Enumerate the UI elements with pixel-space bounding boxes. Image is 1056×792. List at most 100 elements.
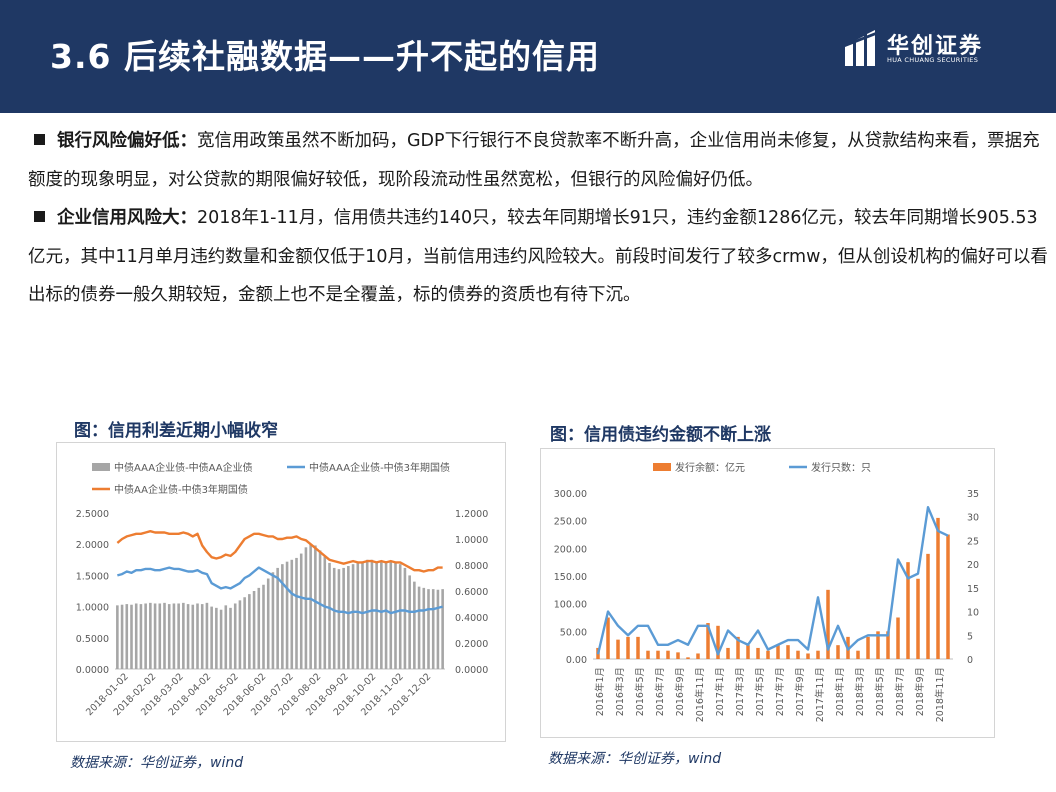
x-axis-tick-label: 2016年9月 [674,667,686,716]
bar [257,587,261,669]
bar [271,572,275,669]
bar [427,589,430,669]
bar [158,603,162,669]
bar [196,603,199,669]
bar [205,602,209,669]
x-axis-tick-label: 2018年7月 [894,667,906,716]
bar [328,562,331,669]
bar [441,589,444,669]
bar [266,578,270,669]
bar [130,604,133,669]
left-axis-tick-label: 50.00 [560,627,587,638]
bar [786,645,790,659]
bar [936,517,940,659]
bar [172,603,176,669]
bar [224,605,228,669]
left-axis-tick-label: 150.00 [554,572,587,583]
left-axis-tick-label: 0.0000 [76,665,109,676]
square-bullet-icon [34,134,45,145]
x-axis-tick-label: 2018年11月 [934,667,946,722]
x-axis-tick-label: 2016年11月 [694,667,706,722]
bar [816,650,820,659]
bar [153,603,157,669]
bar [616,639,620,659]
body-text: 银行风险偏好低：宽信用政策虽然不断加码，GDP下行银行不良贷款率不断升高，企业信… [28,122,1048,315]
paragraph-title: 银行风险偏好低 [57,131,180,151]
bar [337,569,341,669]
legend-label: 中债AAA企业债-中债3年期国债 [309,461,450,474]
right-axis-tick-label: 25 [967,536,979,547]
bar [916,578,920,659]
bar [342,567,345,669]
left-axis-tick-label: 250.00 [554,517,587,528]
series-line [116,529,443,573]
bar [866,636,870,659]
right-axis-tick-label: 0.6000 [455,587,488,598]
bar [332,567,336,669]
bar [167,604,171,669]
left-axis-tick-label: 100.00 [554,600,587,611]
bar [666,650,670,659]
bar [314,545,317,669]
bar [746,645,750,659]
bar [656,650,660,659]
bar [120,604,124,669]
bar [436,589,440,669]
bar [403,567,407,669]
bar [776,645,780,659]
right-axis-tick-label: 1.2000 [455,509,488,520]
bar [233,603,237,669]
right-axis-tick-label: 35 [967,489,979,500]
left-axis-tick-label: 0.00 [566,655,587,666]
bar [323,556,327,669]
x-axis-tick-label: 2018年1月 [834,667,846,716]
bar [380,560,383,669]
bar [431,589,435,669]
bar [686,657,690,659]
paragraph-credit-risk: 企业信用风险大：2018年1-11月，信用债共违约140只，较去年同期增长91只… [28,199,1048,315]
left-axis-tick-label: 2.0000 [76,540,109,551]
paragraph-bank-risk: 银行风险偏好低：宽信用政策虽然不断加码，GDP下行银行不良贷款率不断升高，企业信… [28,122,1048,199]
paragraph-separator: ： [179,208,198,228]
right-axis-tick-label: 20 [967,560,979,571]
right-axis-tick-label: 0.0000 [455,665,488,676]
x-axis-tick-label: 2017年11月 [814,667,826,722]
bar [229,607,232,669]
bar [248,594,251,669]
bar [896,617,900,659]
bar [347,566,350,669]
bar [116,605,119,669]
bar [281,564,284,669]
x-axis-tick-label: 2017年3月 [734,667,746,716]
left-source-note: 数据来源：华创证券，wind [70,755,244,771]
bar [134,603,138,669]
right-figure-title: 图：信用债违约金额不断上涨 [550,425,771,445]
bar [796,650,800,659]
right-axis-tick-label: 1.0000 [455,535,488,546]
series-line [596,506,949,656]
bar [125,604,129,669]
x-axis-tick-label: 2018年5月 [874,667,886,716]
header-bar: 3.6 后续社融数据——升不起的信用 华创证券 HUA CHUANG SECUR… [0,0,1056,113]
bar [806,653,810,659]
left-chart-frame: 中债AAA企业债-中债AA企业债 中债AAA企业债-中债3年期国债 中债AA企业债-… [56,442,506,742]
right-axis-tick-label: 0 [967,655,973,666]
x-axis-tick-label: 2018年3月 [854,667,866,716]
bar [836,645,840,659]
bar [626,636,630,659]
right-axis-tick-label: 0.4000 [455,613,488,624]
x-axis-tick-label: 2016年1月 [594,667,606,716]
bar [389,561,393,669]
bar [676,652,680,659]
bar [252,591,256,669]
bar [606,617,610,659]
right-axis-tick-label: 30 [967,513,979,524]
bar [422,587,426,669]
x-axis-tick-label: 2017年5月 [754,667,766,716]
left-axis-tick-label: 300.00 [554,489,587,500]
series-line [117,566,443,615]
bar [856,650,860,659]
left-figure-title: 图：信用利差近期小幅收窄 [74,421,278,441]
bar [726,647,730,659]
right-source-note: 数据来源：华创证券，wind [548,751,722,767]
